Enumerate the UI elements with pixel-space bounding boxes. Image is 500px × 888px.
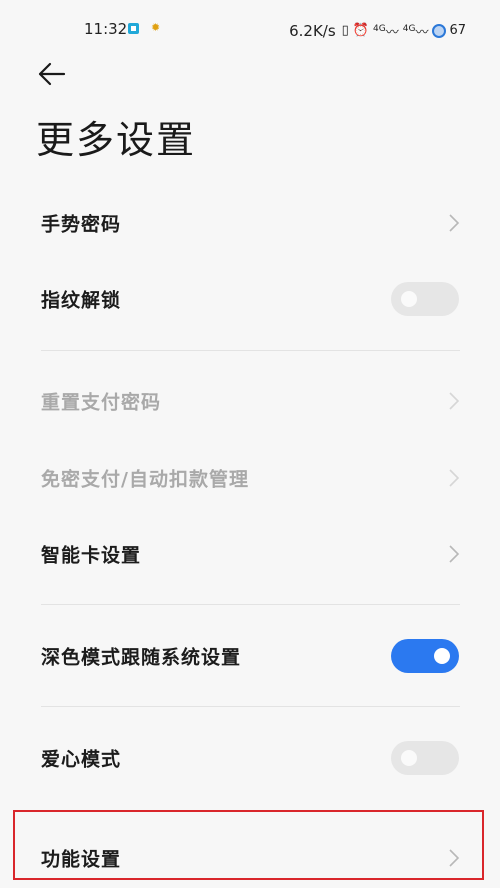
highlight-annotation-box (13, 810, 484, 880)
love-mode-toggle[interactable] (391, 741, 459, 775)
back-arrow-icon[interactable] (36, 60, 68, 88)
setting-smart-card[interactable]: 智能卡设置 (0, 524, 500, 584)
setting-label: 深色模式跟随系统设置 (41, 646, 242, 669)
status-right: 6.2K/s ▯ ⏰ 4G〰 4G〰 67 (289, 20, 466, 42)
toggle-knob (434, 648, 450, 664)
signal-icon-1: 4G〰 (373, 24, 399, 41)
setting-password-free-pay[interactable]: 免密支付/自动扣款管理 (0, 448, 500, 508)
battery-indicator: 67 (432, 22, 466, 40)
signal-icon-2: 4G〰 (402, 24, 429, 41)
setting-love-mode: 爱心模式 (0, 728, 500, 788)
divider (41, 706, 460, 707)
setting-label: 智能卡设置 (41, 544, 142, 567)
setting-gesture-password[interactable]: 手势密码 (0, 193, 500, 253)
network-speed: 6.2K/s (289, 22, 336, 41)
setting-label: 指纹解锁 (41, 289, 122, 312)
setting-label: 爱心模式 (41, 748, 122, 771)
setting-dark-mode-follow: 深色模式跟随系统设置 (0, 626, 500, 686)
setting-label: 重置支付密码 (41, 391, 162, 414)
notification-icon: ✹ (151, 21, 161, 34)
chevron-right-icon (449, 469, 460, 487)
chevron-right-icon (449, 392, 460, 410)
setting-reset-pay-password[interactable]: 重置支付密码 (0, 371, 500, 431)
battery-icon (432, 24, 447, 39)
status-time: 11:32 (84, 20, 128, 38)
setting-label: 手势密码 (41, 213, 122, 236)
setting-fingerprint-unlock: 指纹解锁 (0, 269, 500, 329)
app-notification-icon (128, 23, 139, 34)
divider (41, 604, 460, 605)
dark-mode-toggle[interactable] (391, 639, 459, 673)
status-bar: 11:32 ✹ 6.2K/s ▯ ⏰ 4G〰 4G〰 67 (0, 0, 500, 58)
fingerprint-toggle[interactable] (391, 282, 459, 316)
alarm-icon: ⏰ (352, 23, 370, 39)
divider (41, 350, 460, 351)
setting-label: 免密支付/自动扣款管理 (41, 468, 249, 491)
battery-level: 67 (449, 23, 466, 39)
chevron-right-icon (449, 214, 460, 232)
toggle-knob (401, 291, 417, 307)
toggle-knob (401, 750, 417, 766)
vibrate-icon: ▯ (341, 23, 349, 39)
page-title: 更多设置 (36, 118, 197, 162)
chevron-right-icon (449, 545, 460, 563)
